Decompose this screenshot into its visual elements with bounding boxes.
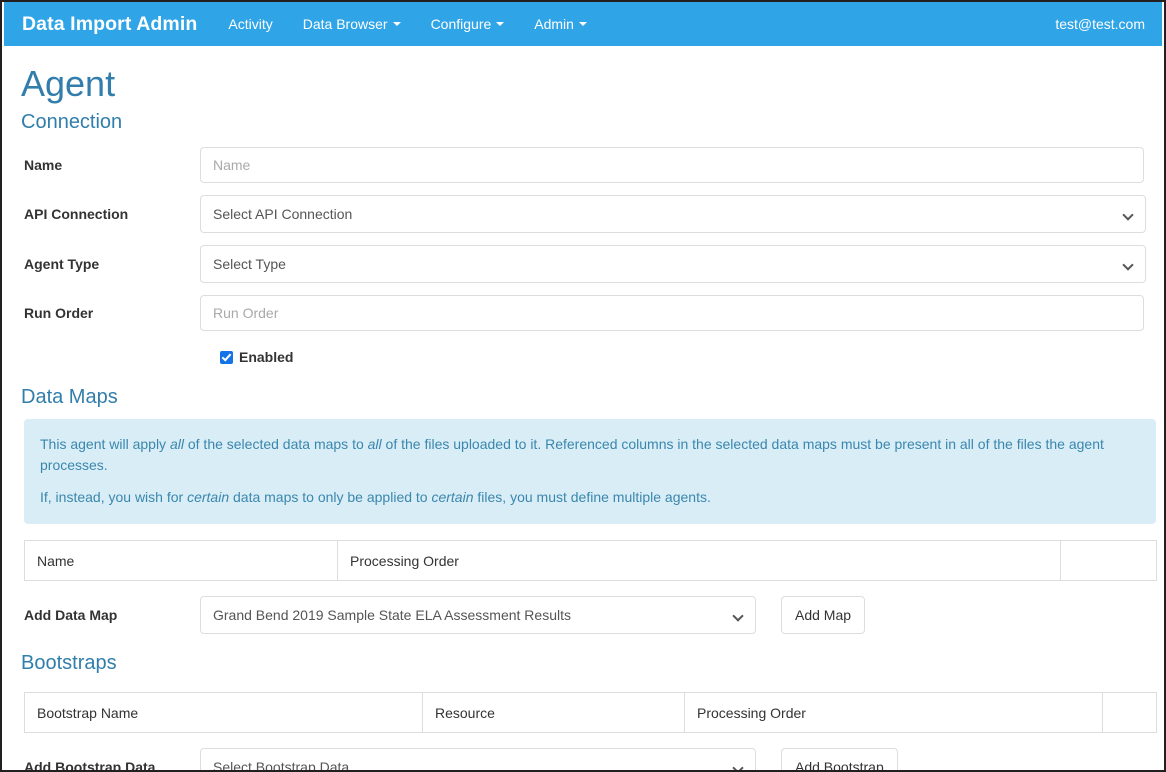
col-header-name: Name [24,540,338,581]
nav-item-configure[interactable]: Configure [416,2,520,46]
alert-em-2a: certain [187,489,230,505]
enabled-checkbox-label[interactable]: Enabled [239,349,293,365]
run-order-input[interactable] [200,295,1144,331]
navbar-user-email[interactable]: test@test.com [1055,2,1162,46]
nav-item-activity[interactable]: Activity [213,2,287,46]
field-wrap-name [200,147,1156,183]
bootstraps-table: Bootstrap Name Resource Processing Order [24,692,1157,733]
nav-item-activity-label: Activity [228,16,273,32]
form-row-name: Name [4,147,1162,183]
col-header-processing-order: Processing Order [684,692,1103,733]
api-connection-select-wrap: Select API Connection [200,195,1146,233]
label-api-connection: API Connection [24,206,129,222]
nav-item-admin-label: Admin [534,16,574,32]
field-wrap-run-order [200,295,1156,331]
col-header-resource: Resource [422,692,685,733]
chevron-down-icon [578,22,587,26]
page-content: Agent Connection Name API Connection Sel… [4,46,1162,770]
form-row-run-order: Run Order [4,295,1162,331]
agent-type-select-wrap: Select Type [200,245,1146,283]
label-run-order: Run Order [24,305,94,321]
add-data-map-select[interactable]: Grand Bend 2019 Sample State ELA Assessm… [200,596,756,634]
alert-text-2a: If, instead, you wish for [40,489,188,505]
alert-em-2b: certain [431,489,474,505]
add-bootstrap-button[interactable]: Add Bootstrap [781,748,898,770]
nav-item-admin[interactable]: Admin [519,2,602,46]
label-agent-type: Agent Type [24,256,100,272]
alert-paragraph-1: This agent will apply all of the selecte… [40,434,1140,476]
enabled-checkbox-row: Enabled [4,349,1162,365]
alert-text-2c: files, you must define multiple agents. [473,489,711,505]
enabled-checkbox[interactable] [220,350,233,364]
alert-text-1a: This agent will apply [40,436,170,452]
alert-em-1a: all [169,436,184,452]
field-wrap-agent-type: Select Type [200,245,1156,283]
api-connection-select[interactable]: Select API Connection [200,195,1146,233]
add-data-map-select-wrap: Grand Bend 2019 Sample State ELA Assessm… [200,596,756,634]
add-bootstrap-select[interactable]: Select Bootstrap Data [200,748,756,770]
alert-paragraph-2: If, instead, you wish for certain data m… [40,487,1140,508]
alert-text-2b: data maps to only be applied to [229,489,432,505]
label-add-bootstrap-data: Add Bootstrap Data [24,759,156,772]
section-heading-connection: Connection [21,111,123,133]
table-header-row: Bootstrap Name Resource Processing Order [24,692,1157,733]
section-heading-data-maps: Data Maps [21,386,118,408]
data-maps-info-alert: This agent will apply all of the selecte… [24,419,1156,524]
col-header-bootstrap-name: Bootstrap Name [24,692,423,733]
col-header-actions [1060,540,1157,581]
bootstraps-table-head: Bootstrap Name Resource Processing Order [24,692,1157,733]
nav-item-data-browser-label: Data Browser [302,16,388,32]
chevron-down-icon [392,22,401,26]
top-navbar: Data Import Admin Activity Data Browser … [4,2,1162,46]
label-name: Name [24,157,63,173]
browser-viewport: Data Import Admin Activity Data Browser … [0,0,1166,772]
data-maps-table: Name Processing Order [24,540,1157,581]
form-row-api-connection: API Connection Select API Connection [4,195,1162,233]
add-data-map-row: Add Data Map Grand Bend 2019 Sample Stat… [4,596,1162,634]
add-bootstrap-row: Add Bootstrap Data Select Bootstrap Data… [4,748,1162,772]
agent-type-select[interactable]: Select Type [200,245,1146,283]
section-heading-bootstraps: Bootstraps [21,652,117,674]
label-add-data-map: Add Data Map [24,607,118,623]
col-header-processing-order: Processing Order [337,540,1061,581]
name-input[interactable] [200,147,1144,183]
nav-item-configure-label: Configure [430,16,492,32]
form-row-agent-type: Agent Type Select Type [4,245,1162,283]
field-wrap-api-connection: Select API Connection [200,195,1156,233]
alert-text-1b: of the selected data maps to [183,436,368,452]
alert-em-1b: all [367,436,382,452]
add-bootstrap-select-wrap: Select Bootstrap Data [200,748,756,770]
chevron-down-icon [496,22,505,26]
navbar-brand[interactable]: Data Import Admin [4,2,213,46]
table-header-row: Name Processing Order [24,540,1157,581]
add-map-button[interactable]: Add Map [781,596,866,634]
col-header-actions [1102,692,1157,733]
nav-item-data-browser[interactable]: Data Browser [288,2,416,46]
data-maps-table-head: Name Processing Order [24,540,1157,581]
page-title: Agent [21,63,116,104]
